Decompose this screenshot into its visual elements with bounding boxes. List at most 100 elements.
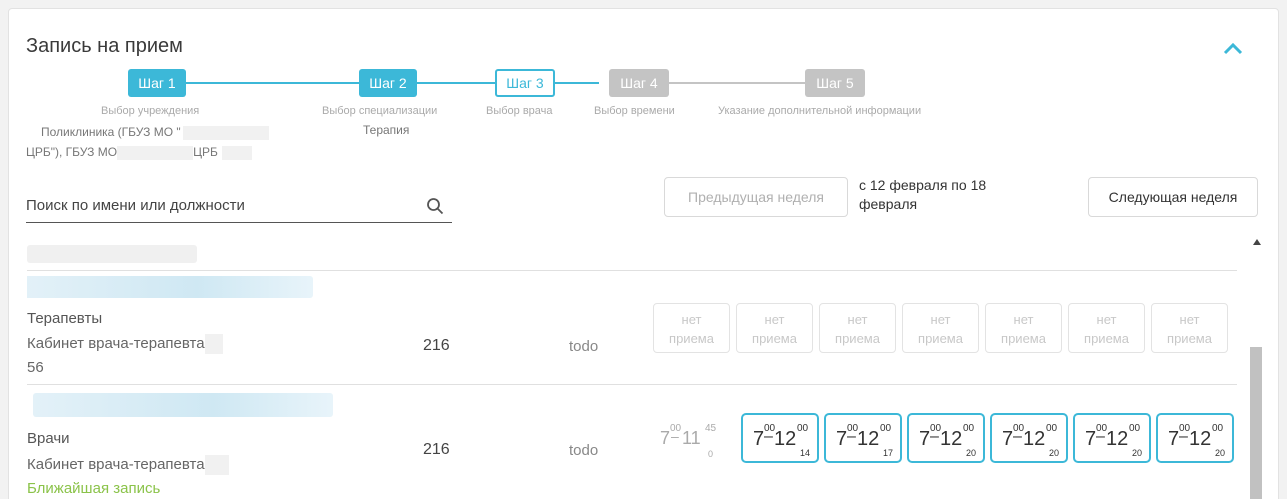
doctor-number: 216 — [423, 441, 450, 458]
slot-end-minutes: 00 — [797, 423, 809, 434]
week-range: с 12 февраля по 18 февраля — [859, 176, 1059, 214]
step-2-label: Выбор специализации — [322, 105, 438, 117]
slot-start-hour: 7 — [1002, 428, 1014, 450]
doctor-status: todo — [569, 338, 599, 355]
time-slot[interactable]: 7 00 – 12 00 17 — [824, 413, 902, 463]
nearest-appointment-link[interactable]: Ближайшая запись — [27, 480, 160, 497]
step-5-badge: Шаг 5 — [805, 69, 865, 97]
week-range-line-1: с 12 февраля по 18 — [859, 177, 987, 193]
search-input[interactable] — [26, 187, 406, 214]
search-icon[interactable] — [426, 197, 444, 215]
redacted-text — [117, 145, 194, 160]
slot-dash: – — [1096, 428, 1105, 445]
redacted-text — [182, 125, 269, 140]
step-5-label: Указание дополнительной информации — [718, 105, 922, 117]
slot-count: 20 — [1215, 448, 1226, 458]
slot-count: 20 — [966, 448, 977, 458]
scrollbar-thumb[interactable] — [1250, 347, 1262, 499]
redacted-text — [204, 455, 229, 475]
institution-line-2-suffix: ЦРБ — [193, 145, 218, 159]
slot-start-hour: 7 — [919, 428, 931, 450]
time-slot[interactable]: 7 00 – 12 00 20 — [990, 413, 1068, 463]
slot-count: 17 — [883, 448, 894, 458]
slot-end-hour: 12 — [1023, 428, 1046, 450]
selected-institution: Поликлиника (ГБУЗ МО " ЦРБ"), ГБУЗ МО ЦРБ — [26, 122, 269, 162]
slot-end-hour: 12 — [1106, 428, 1129, 450]
doctor-specialty: Терапевты — [27, 310, 103, 327]
row-divider — [27, 384, 1237, 385]
slot-end-minutes: 45 — [705, 423, 717, 434]
doctor-room: Кабинет врача-терапевта — [27, 334, 223, 354]
slot-dash: – — [764, 428, 773, 445]
no-appointment-cell: нет приема — [985, 303, 1062, 353]
slot-end-hour: 11 — [682, 428, 701, 448]
slot-dash: – — [671, 428, 679, 444]
time-slot[interactable]: 7 00 – 11 45 0 — [660, 413, 738, 463]
step-2-badge[interactable]: Шаг 2 — [359, 69, 417, 97]
slot-start-hour: 7 — [1168, 428, 1180, 450]
doctor-status: todo — [569, 442, 599, 459]
slot-end-minutes: 00 — [880, 423, 892, 434]
slot-count: 0 — [708, 449, 714, 459]
slot-dash: – — [1013, 428, 1022, 445]
step-1-badge[interactable]: Шаг 1 — [128, 69, 186, 97]
redacted-text — [204, 334, 223, 354]
stepper-line-1 — [184, 82, 364, 84]
slot-start-hour: 7 — [753, 428, 765, 450]
redacted-doctor-name — [27, 276, 313, 298]
slot-end-hour: 12 — [1189, 428, 1212, 450]
page-title: Запись на прием — [26, 35, 183, 57]
stepper-line-2 — [416, 82, 496, 84]
slot-end-minutes: 00 — [1129, 423, 1141, 434]
doctor-room-label: Кабинет врача-терапевта — [27, 334, 205, 352]
slot-dash: – — [847, 428, 856, 445]
time-slot[interactable]: 7 00 – 12 00 20 — [1156, 413, 1234, 463]
redacted-text — [27, 245, 197, 263]
no-appointment-cell: нет приема — [653, 303, 730, 353]
next-week-button[interactable]: Следующая неделя — [1088, 177, 1258, 217]
slot-end-minutes: 00 — [1212, 423, 1224, 434]
slot-dash: – — [1179, 428, 1188, 445]
stepper-line-4 — [669, 82, 809, 84]
slot-end-minutes: 00 — [963, 423, 975, 434]
doctor-number: 216 — [423, 337, 450, 354]
chevron-up-icon[interactable] — [1221, 37, 1245, 61]
doctor-specialty: Врачи — [27, 430, 70, 447]
redacted-text — [221, 145, 252, 160]
stepper-line-3 — [554, 82, 599, 84]
slot-dash: – — [930, 428, 939, 445]
doctor-list: Терапевты Кабинет врача-терапевта 56 216… — [27, 241, 1237, 499]
no-appointment-cell: нет приема — [736, 303, 813, 353]
institution-line-1: Поликлиника (ГБУЗ МО " — [41, 125, 181, 139]
selected-specialization: Терапия — [363, 123, 410, 137]
time-slot[interactable]: 7 00 – 12 00 20 — [1073, 413, 1151, 463]
no-appointment-cell: нет приема — [1151, 303, 1228, 353]
step-4-badge: Шаг 4 — [609, 69, 669, 97]
doctor-room: Кабинет врача-терапевта — [27, 455, 229, 475]
slot-end-hour: 12 — [774, 428, 797, 450]
slot-end-hour: 12 — [940, 428, 963, 450]
step-4-label: Выбор времени — [594, 105, 675, 117]
institution-line-2: ЦРБ"), ГБУЗ МО — [26, 145, 118, 159]
no-appointment-cell: нет приема — [902, 303, 979, 353]
slot-count: 14 — [800, 448, 811, 458]
redacted-doctor-name — [33, 393, 333, 417]
scroll-up-arrow-icon[interactable] — [1253, 239, 1261, 245]
step-3-label: Выбор врача — [486, 105, 553, 117]
slot-start-hour: 7 — [660, 428, 671, 448]
time-slot[interactable]: 7 00 – 12 00 20 — [907, 413, 985, 463]
slot-start-hour: 7 — [836, 428, 848, 450]
no-appointment-cell: нет приема — [1068, 303, 1145, 353]
search-field[interactable] — [26, 187, 452, 223]
time-slot[interactable]: 7 00 – 12 00 14 — [741, 413, 819, 463]
slot-end-hour: 12 — [857, 428, 880, 450]
step-1-label: Выбор учреждения — [101, 105, 200, 117]
step-3-badge[interactable]: Шаг 3 — [495, 69, 555, 97]
doctor-room-number: 56 — [27, 359, 44, 376]
row-divider — [27, 270, 1237, 271]
appointment-card: Запись на прием Шаг 1 Шаг 2 Шаг 3 Шаг 4 … — [8, 8, 1279, 499]
doctor-room-label: Кабинет врача-терапевта — [27, 455, 205, 473]
no-appointment-cell: нет приема — [819, 303, 896, 353]
previous-week-button[interactable]: Предыдущая неделя — [664, 177, 848, 217]
slot-start-hour: 7 — [1085, 428, 1097, 450]
